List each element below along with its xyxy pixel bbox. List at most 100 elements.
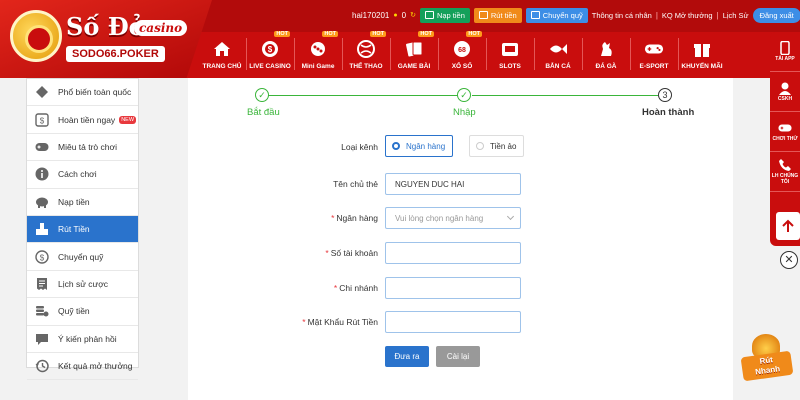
nav-item-fish[interactable]: BẮN CÁ	[534, 32, 582, 76]
floating-item-label: CHƠI THỬ	[772, 135, 798, 142]
holder-name-input[interactable]: NGUYEN DUC HAI	[385, 173, 521, 195]
sidebar-item[interactable]: Lịch sử cược	[27, 271, 138, 299]
promo-badge: Rút Nhanh	[740, 350, 794, 382]
nav-item-label: TRANG CHỦ	[202, 63, 242, 70]
channel-virtual-radio[interactable]: Tiền ảo	[469, 135, 524, 157]
nav-item-label: Mini Game	[301, 63, 335, 70]
withdraw-button[interactable]: Rút tiền	[473, 7, 522, 23]
channel-bank-radio[interactable]: Ngân hàng	[385, 135, 453, 157]
step-connector	[268, 95, 458, 96]
withdraw-password-input[interactable]	[385, 311, 521, 333]
sidebar-item-label: Quỹ tiền	[58, 306, 90, 317]
floating-phone-app-button[interactable]: TẢI APP	[770, 32, 800, 72]
results-link[interactable]: KQ Mở thưởng	[662, 11, 713, 20]
sidebar-item-label: Kết quả mở thưởng	[58, 361, 133, 372]
gamepad-icon	[644, 40, 664, 58]
sidebar-item-label: Miêu tả trò chơi	[58, 141, 117, 152]
fast-withdraw-promo[interactable]: Rút Nhanh	[738, 330, 800, 390]
username: hai170201	[352, 10, 390, 20]
required-mark: *	[302, 317, 306, 327]
hot-badge: HOT	[322, 31, 338, 37]
nav-item-cards[interactable]: HOT GAME BÀI	[390, 31, 438, 76]
refresh-icon[interactable]: ↻	[410, 11, 416, 19]
sidebar-item[interactable]: Cách chơi	[27, 161, 138, 189]
account-number-label: * Số tài khoản	[325, 248, 378, 258]
sidebar-item-label: Chuyển quỹ	[58, 251, 104, 262]
sidebar-item[interactable]: Nạp tiền	[27, 189, 138, 216]
transfer-button[interactable]: Chuyển quỹ	[525, 7, 588, 23]
account-number-input[interactable]	[385, 242, 521, 264]
scroll-top-button[interactable]	[776, 212, 800, 240]
floating-phone-call-button[interactable]: LH CHÚNG TÔI	[770, 152, 800, 192]
chat-bubble-icon	[35, 332, 49, 346]
sidebar-item[interactable]: Ý kiến phản hồi	[27, 326, 138, 353]
floating-controller-button[interactable]: CHƠI THỬ	[770, 112, 800, 152]
svg-text:$: $	[40, 116, 45, 125]
floating-support-agent-button[interactable]: CSKH	[770, 72, 800, 112]
sidebar-item[interactable]: Rút Tiền	[27, 215, 138, 244]
dollar-circle-icon: $	[35, 249, 49, 264]
sidebar-item[interactable]: $ Hoàn tiền ngay NEW	[27, 106, 138, 134]
nav-item-label: XỔ SỐ	[451, 63, 473, 70]
nav-item-slot-machine[interactable]: SLOTS	[486, 32, 534, 76]
coins-stack-icon	[35, 304, 49, 318]
branch-input[interactable]	[385, 277, 521, 299]
nav-item-gamepad[interactable]: E-SPORT	[630, 32, 678, 76]
sidebar-item[interactable]: Quỹ tiền	[27, 298, 138, 326]
phone-app-icon	[778, 40, 792, 55]
nav-item-casino-chip[interactable]: HOT $ LIVE CASINO	[246, 31, 294, 76]
nav-item-label: GAME BÀI	[397, 63, 431, 70]
sidebar-item[interactable]: Phổ biến toàn quốc	[27, 79, 138, 107]
sidebar-item-label: Cách chơi	[58, 169, 97, 180]
slot-machine-icon	[500, 40, 520, 58]
sidebar-item[interactable]: Kết quả mở thưởng	[27, 353, 138, 381]
cards-icon	[404, 40, 424, 58]
bank-label: * Ngân hàng	[331, 213, 378, 223]
deposit-button[interactable]: Nạp tiền	[419, 7, 470, 23]
holder-name-label: Tên chủ thẻ	[333, 179, 378, 189]
lottery-icon: 68	[452, 40, 472, 58]
profile-link[interactable]: Thông tin cá nhân	[592, 11, 652, 20]
submit-button[interactable]: Đưa ra	[385, 346, 429, 367]
phone-call-icon	[778, 158, 792, 171]
controller-icon	[778, 122, 792, 134]
step-2-check-icon: ✓	[457, 88, 471, 102]
required-mark: *	[331, 213, 335, 223]
nav-item-label: THỂ THAO	[349, 63, 383, 70]
svg-text:68: 68	[458, 47, 466, 54]
hot-badge: HOT	[466, 31, 482, 37]
logo-subtitle: SODO66.POKER	[66, 46, 165, 62]
chevron-down-icon	[506, 212, 515, 221]
nav-item-rooster[interactable]: ĐÁ GÀ	[582, 32, 630, 76]
nav-item-label: ĐÁ GÀ	[595, 63, 617, 70]
sidebar-item[interactable]: Miêu tả trò chơi	[27, 134, 138, 162]
nav-item-label: E-SPORT	[639, 63, 669, 70]
history-link[interactable]: Lịch Sử	[723, 11, 749, 20]
casino-chip-icon: $	[260, 40, 280, 58]
nav-item-gift[interactable]: KHUYẾN MÃI	[678, 32, 726, 76]
nav-item-label: SLOTS	[499, 63, 521, 70]
mini-game-icon	[308, 40, 328, 58]
nav-item-home[interactable]: TRANG CHỦ	[198, 32, 246, 76]
nav-item-sports-ball[interactable]: HOT THỂ THAO	[342, 31, 390, 76]
sidebar-item[interactable]: $ Chuyển quỹ	[27, 243, 138, 271]
withdraw-panel: ✓ ✓ 3 Bắt đầu Nhập Hoàn thành Loại kênh …	[188, 78, 733, 400]
nav-item-mini-game[interactable]: HOT Mini Game	[294, 31, 342, 76]
logo-title: Số Đỏ	[66, 12, 145, 41]
step-2-label: Nhập	[453, 107, 476, 118]
bank-select[interactable]: Vui lòng chọn ngân hàng	[385, 207, 521, 229]
sidebar-item-label: Hoàn tiền ngay	[58, 114, 116, 125]
arrow-up-icon	[782, 219, 794, 232]
deposit-label: Nạp tiền	[436, 10, 465, 20]
sidebar-item-label: Nạp tiền	[58, 196, 90, 207]
logo-panel[interactable]: Số Đỏ casino SODO66.POKER	[0, 0, 212, 78]
step-3-label: Hoàn thành	[642, 107, 695, 118]
reset-button[interactable]: Cài lại	[436, 346, 480, 367]
close-button[interactable]: ✕	[780, 251, 798, 269]
step-1-label: Bắt đầu	[247, 107, 280, 118]
nav-item-lottery[interactable]: HOT 68 XỔ SỐ	[438, 31, 486, 76]
logout-button[interactable]: Đăng xuất	[752, 7, 800, 23]
main-nav: TRANG CHỦ HOT $ LIVE CASINO HOT Mini Game HOT T…	[198, 31, 726, 76]
radio-selected-icon	[392, 142, 400, 150]
cashback-icon: $	[35, 112, 49, 127]
